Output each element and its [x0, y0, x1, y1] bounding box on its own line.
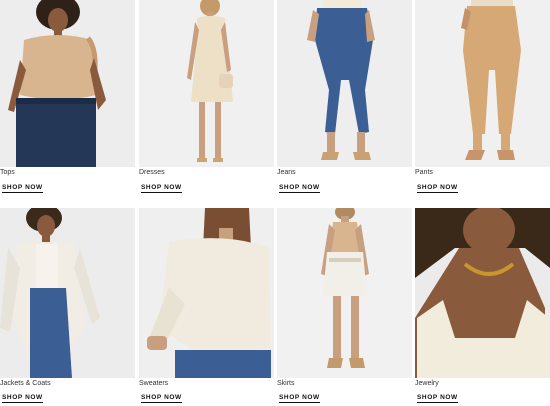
shop-now-link[interactable]: SHOP NOW: [2, 394, 43, 403]
category-card-sweaters[interactable]: Sweaters SHOP NOW: [139, 208, 274, 406]
shop-now-link[interactable]: SHOP NOW: [2, 184, 43, 193]
category-image-jeans[interactable]: [277, 0, 412, 167]
category-label: Pants: [415, 169, 433, 176]
category-card-dresses[interactable]: Dresses SHOP NOW: [139, 0, 274, 198]
shop-now-link[interactable]: SHOP NOW: [417, 184, 458, 193]
category-label: Tops: [0, 169, 15, 176]
category-card-jackets-coats[interactable]: Jackets & Coats SHOP NOW: [0, 208, 135, 406]
category-card-tops[interactable]: Tops SHOP NOW: [0, 0, 135, 198]
category-image-jewelry[interactable]: [415, 208, 550, 378]
category-image-pants[interactable]: [415, 0, 550, 167]
category-label: Dresses: [139, 169, 165, 176]
category-image-sweaters[interactable]: [139, 208, 274, 378]
category-label: Sweaters: [139, 380, 169, 387]
category-card-skirts[interactable]: Skirts SHOP NOW: [277, 208, 412, 406]
shop-now-link[interactable]: SHOP NOW: [279, 394, 320, 403]
category-card-jeans[interactable]: Jeans SHOP NOW: [277, 0, 412, 198]
category-image-dresses[interactable]: [139, 0, 274, 167]
category-image-skirts[interactable]: [277, 208, 412, 378]
category-image-jackets-coats[interactable]: [0, 208, 135, 378]
category-label: Jeans: [277, 169, 296, 176]
shop-now-link[interactable]: SHOP NOW: [141, 184, 182, 193]
category-grid: Tops SHOP NOW Dresses SHOP NOW Jeans SHO…: [0, 0, 550, 406]
category-label: Jackets & Coats: [0, 380, 51, 387]
shop-now-link[interactable]: SHOP NOW: [417, 394, 458, 403]
shop-now-link[interactable]: SHOP NOW: [279, 184, 320, 193]
category-image-tops[interactable]: [0, 0, 135, 167]
shop-now-link[interactable]: SHOP NOW: [141, 394, 182, 403]
category-card-jewelry[interactable]: Jewelry SHOP NOW: [415, 208, 550, 406]
category-card-pants[interactable]: Pants SHOP NOW: [415, 0, 550, 198]
category-label: Skirts: [277, 380, 295, 387]
category-label: Jewelry: [415, 380, 439, 387]
